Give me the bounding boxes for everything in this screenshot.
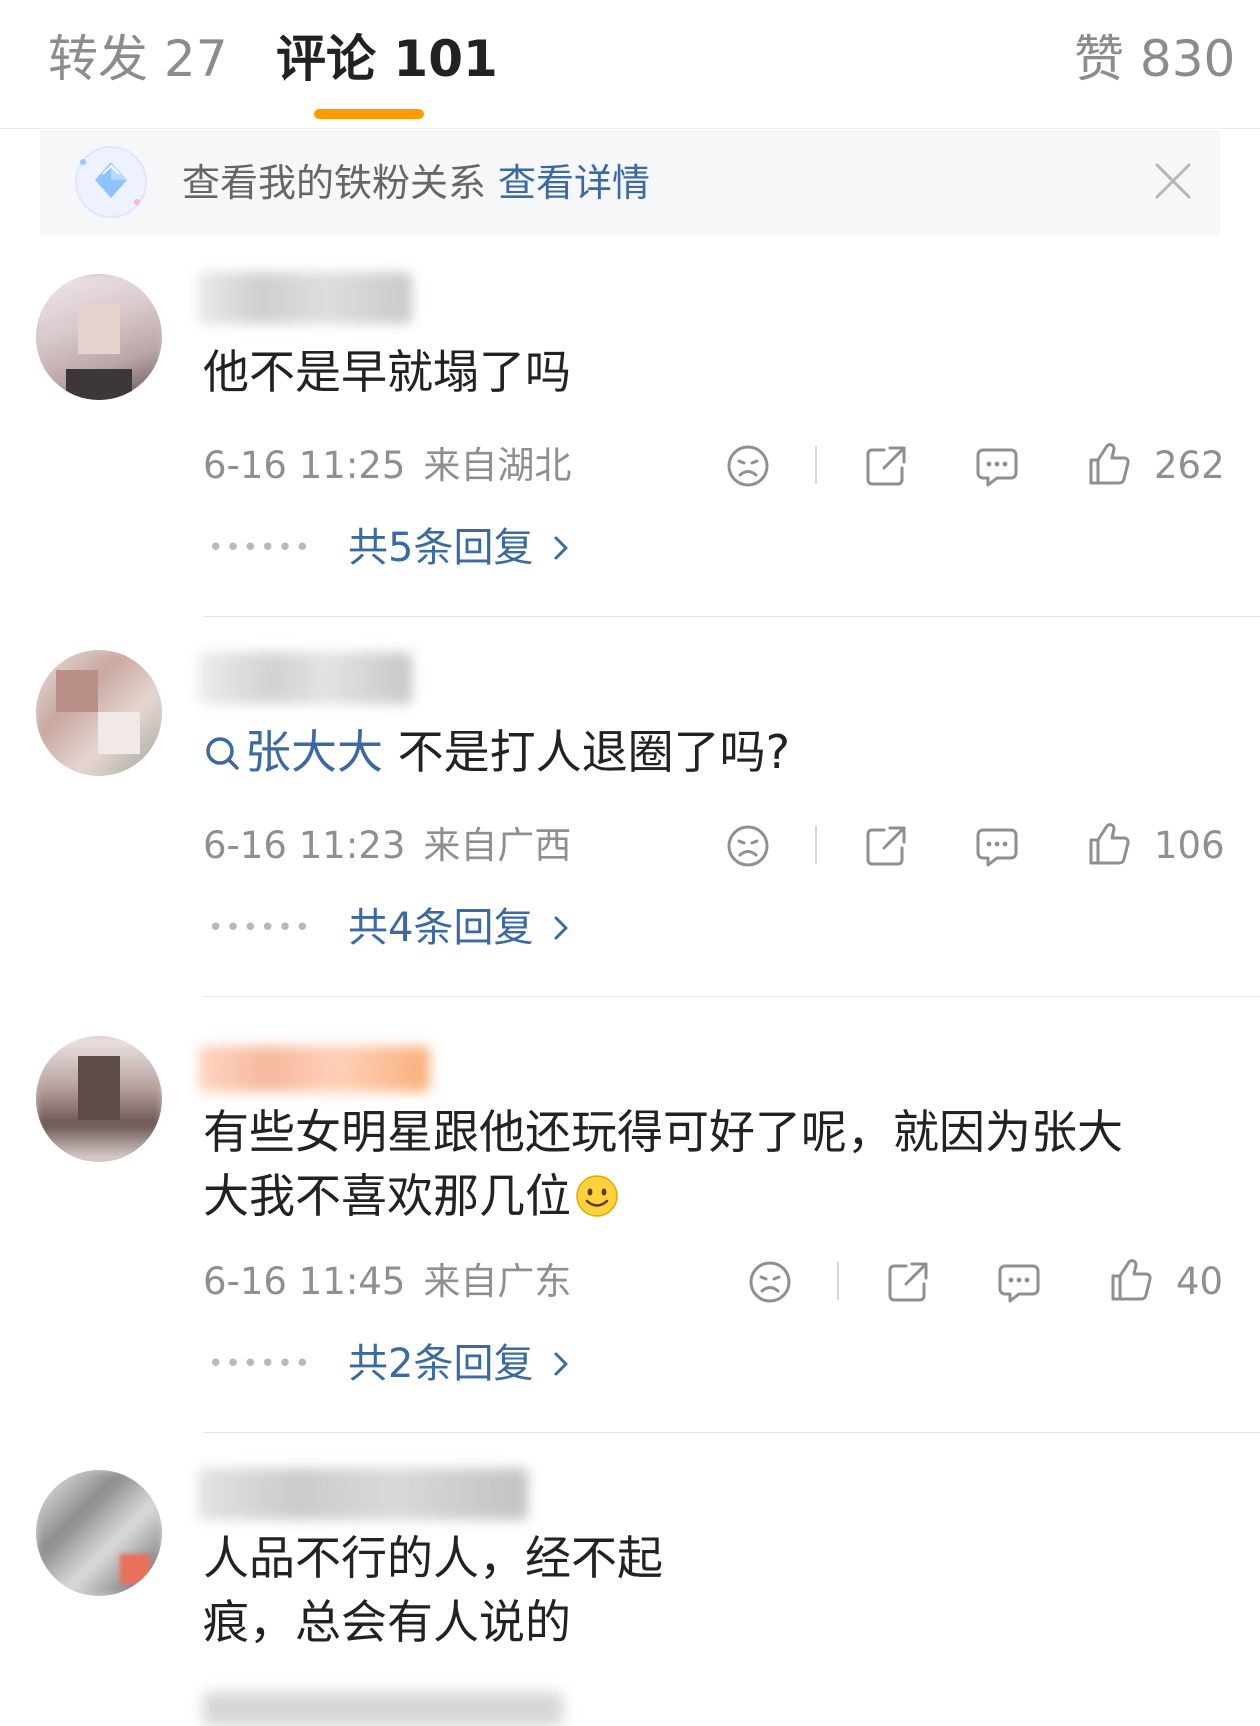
tab-likes[interactable]: 赞 830: [1074, 24, 1235, 94]
comment-location: 来自广西: [423, 824, 572, 867]
username-blurred[interactable]: [198, 1468, 528, 1520]
replies-link[interactable]: 共4条回复: [348, 905, 533, 951]
comment-text: 有些女明星跟他还玩得可好了呢，就因为张大 大我不喜欢那几位: [203, 1100, 1203, 1228]
share-icon[interactable]: [862, 442, 910, 490]
comment-time: 6-16 11:45: [203, 1260, 406, 1303]
comment-body: 不是打人退圈了吗?: [383, 725, 791, 779]
comment-item: 有些女明星跟他还玩得可好了呢，就因为张大 大我不喜欢那几位 6-16 11:45…: [0, 1030, 1260, 1430]
fan-banner-text: 查看我的铁粉关系 查看详情: [182, 155, 650, 211]
comment-bubble-icon[interactable]: [973, 822, 1021, 870]
comment-item: 张大大 不是打人退圈了吗? 6-16 11:23 来自广西 106 •••••• 共…: [0, 650, 1260, 995]
comment-text-line2: 大我不喜欢那几位: [203, 1169, 571, 1223]
like-count: 40: [1176, 1260, 1224, 1303]
replies-dots: ••••••: [208, 913, 313, 943]
like-count: 106: [1154, 824, 1225, 867]
username-blurred[interactable]: [198, 1046, 430, 1092]
close-icon[interactable]: [1148, 156, 1198, 206]
comment-divider: [203, 996, 1260, 997]
replies-link[interactable]: 共2条回复: [348, 1341, 533, 1387]
comment-bubble-icon[interactable]: [995, 1258, 1043, 1306]
share-icon[interactable]: [884, 1258, 932, 1306]
comment-text: 他不是早就塌了吗: [203, 345, 571, 399]
like-count: 262: [1154, 444, 1225, 487]
tab-comments[interactable]: 评论 101: [276, 24, 498, 94]
replies-link[interactable]: 共5条回复: [348, 525, 533, 571]
comment-text: 张大大 不是打人退圈了吗?: [203, 720, 790, 784]
comment-text-line: 有些女明星跟他还玩得可好了呢，就因为张大: [203, 1105, 1123, 1159]
smiley-emoji-icon: [576, 1175, 618, 1217]
fade-overlay: [660, 1526, 800, 1590]
comment-bubble-icon[interactable]: [973, 442, 1021, 490]
comment-text-line: 痕，总会有人说的: [203, 1595, 571, 1649]
comment-time: 6-16 11:25: [203, 444, 406, 487]
chevron-right-icon: [554, 536, 568, 560]
replies-row[interactable]: •••••• 共2条回复: [208, 1338, 571, 1390]
mention-link[interactable]: 张大大: [245, 725, 383, 779]
replies-dots: ••••••: [208, 533, 313, 563]
action-divider: [815, 826, 817, 864]
comment-meta-cut: [203, 1692, 563, 1726]
comment-meta: 6-16 11:45 来自广东: [203, 1256, 571, 1308]
comment-time: 6-16 11:23: [203, 824, 406, 867]
share-icon[interactable]: [862, 822, 910, 870]
comment-divider: [203, 1432, 1260, 1433]
comment-item: 人品不行的人，经不起 痕，总会有人说的: [0, 1466, 1260, 1726]
avatar[interactable]: [36, 650, 162, 776]
comment-location: 来自湖北: [423, 444, 572, 487]
replies-row[interactable]: •••••• 共4条回复: [208, 902, 571, 954]
avatar[interactable]: [36, 274, 162, 400]
thumbs-up-icon[interactable]: [1085, 440, 1133, 488]
tab-repost[interactable]: 转发 27: [48, 24, 228, 94]
dislike-face-icon[interactable]: [746, 1258, 794, 1306]
fan-banner-label: 查看我的铁粉关系: [182, 161, 487, 205]
active-tab-indicator: [314, 109, 424, 119]
fan-banner-link[interactable]: 查看详情: [498, 161, 650, 205]
avatar[interactable]: [36, 1470, 162, 1596]
thumbs-up-icon[interactable]: [1107, 1256, 1155, 1304]
chevron-right-icon: [554, 1352, 568, 1376]
comment-item: 他不是早就塌了吗 6-16 11:25 来自湖北 262 •••••• 共5条回复: [0, 270, 1260, 615]
username-blurred[interactable]: [198, 652, 412, 704]
comment-meta: 6-16 11:25 来自湖北: [203, 440, 571, 492]
action-divider: [837, 1262, 839, 1300]
dislike-face-icon[interactable]: [724, 822, 772, 870]
comment-text-line: 大我不喜欢那几位: [203, 1164, 1203, 1228]
tab-bar: 转发 27 评论 101 赞 830: [0, 0, 1260, 129]
diamond-fan-icon: [75, 146, 147, 218]
avatar[interactable]: [36, 1036, 162, 1162]
action-divider: [815, 446, 817, 484]
username-blurred[interactable]: [198, 272, 412, 324]
comment-divider: [203, 616, 1260, 617]
replies-row[interactable]: •••••• 共5条回复: [208, 522, 571, 574]
dislike-face-icon[interactable]: [724, 442, 772, 490]
fan-relationship-banner[interactable]: 查看我的铁粉关系 查看详情: [40, 130, 1220, 236]
comment-location: 来自广东: [423, 1260, 572, 1303]
thumbs-up-icon[interactable]: [1085, 820, 1133, 868]
comment-meta: 6-16 11:23 来自广西: [203, 820, 571, 872]
search-mention-icon: [206, 737, 239, 770]
replies-dots: ••••••: [208, 1349, 313, 1379]
chevron-right-icon: [554, 916, 568, 940]
